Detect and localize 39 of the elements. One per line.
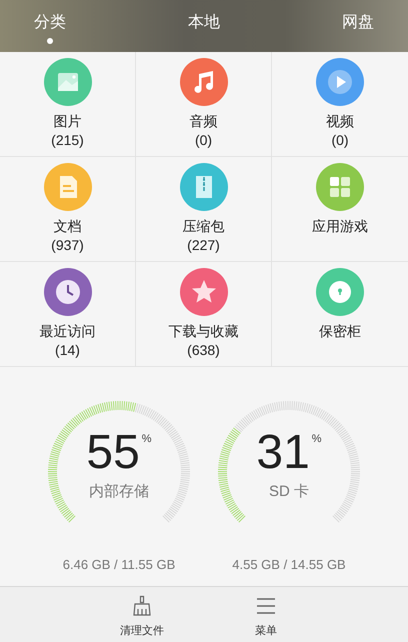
- category-label: 保密柜: [319, 322, 361, 340]
- percent-value: 55: [86, 427, 140, 479]
- category-label: 文档: [54, 217, 82, 235]
- category-label: 最近访问: [40, 322, 96, 340]
- storage-label: 内部存储: [89, 482, 149, 502]
- category-tile[interactable]: 音频 (0): [136, 52, 272, 157]
- category-tile[interactable]: 视频 (0): [272, 52, 408, 157]
- category-label: 压缩包: [182, 217, 224, 235]
- broom-icon: [131, 595, 153, 617]
- category-label: 图片: [54, 112, 82, 130]
- category-count: (638): [187, 341, 220, 360]
- category-label: 下载与收藏: [168, 322, 238, 340]
- percent-sign: %: [142, 432, 152, 447]
- category-label: 视频: [326, 112, 354, 130]
- category-label: 应用游戏: [312, 217, 368, 235]
- category-tile[interactable]: 图片 (215): [0, 52, 136, 157]
- storage-label: SD 卡: [268, 482, 309, 502]
- category-count: (227): [187, 236, 220, 255]
- percent-value: 31: [256, 427, 310, 479]
- percent-sign: %: [312, 432, 322, 447]
- bottom-bar-button[interactable]: 菜单: [236, 595, 296, 642]
- category-count: (0): [194, 131, 212, 150]
- tab[interactable]: 网盘: [342, 13, 374, 44]
- bottom-bar-button[interactable]: 清理文件: [112, 595, 172, 642]
- category-count: (215): [51, 131, 84, 150]
- storage-usage: 4.55 GB / 14.55 GB: [232, 556, 346, 574]
- category-tile[interactable]: 应用游戏: [272, 157, 408, 262]
- category-tile[interactable]: 压缩包 (227): [136, 157, 272, 262]
- category-count: (937): [51, 236, 84, 255]
- storage-usage: 6.46 GB / 11.55 GB: [62, 556, 176, 574]
- category-tile[interactable]: 保密柜: [272, 262, 408, 367]
- category-count: (0): [331, 131, 349, 150]
- category-tile[interactable]: 最近访问 (14): [0, 262, 136, 367]
- category-tile[interactable]: 下载与收藏 (638): [136, 262, 272, 367]
- category-tile[interactable]: 文档 (937): [0, 157, 136, 262]
- category-label: 音频: [190, 112, 218, 130]
- tab[interactable]: 分类: [34, 13, 66, 44]
- tab[interactable]: 本地: [188, 13, 220, 44]
- category-count: (14): [55, 341, 80, 360]
